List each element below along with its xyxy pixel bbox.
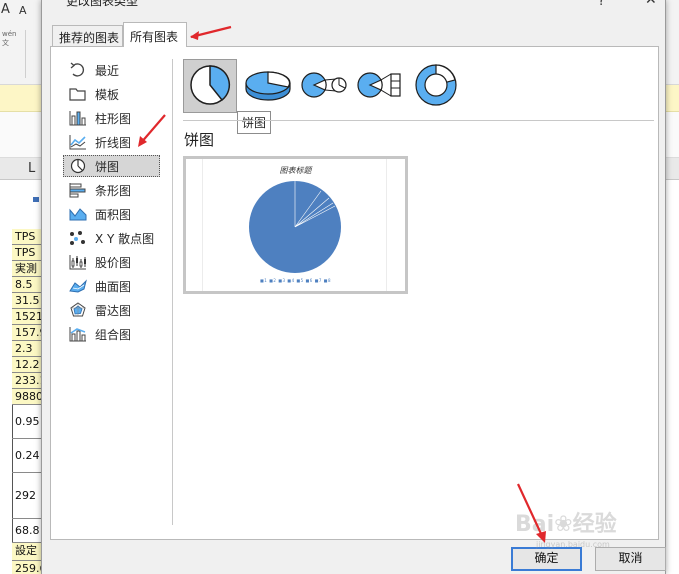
worksheet-cell[interactable]: 292 bbox=[12, 473, 44, 519]
category-bar[interactable]: 条形图 bbox=[63, 179, 160, 201]
radar-chart-icon bbox=[68, 302, 88, 318]
ok-button[interactable]: 确定 bbox=[511, 547, 582, 571]
cancel-button[interactable]: 取消 bbox=[595, 547, 666, 571]
category-label: 饼图 bbox=[95, 159, 120, 174]
phonetic-guide-button[interactable]: wén 文 bbox=[2, 30, 16, 48]
category-column[interactable]: 柱形图 bbox=[63, 107, 160, 129]
help-button[interactable]: ? bbox=[598, 0, 605, 9]
surface-chart-icon bbox=[68, 278, 88, 294]
recent-icon bbox=[68, 62, 88, 78]
worksheet-cell[interactable]: 68.8 bbox=[12, 519, 44, 543]
area-chart-icon bbox=[68, 206, 88, 222]
chart-type-panel: 最近 模板 柱形图 折线图 饼图 条形图 面积图 X Y 散点图 股价图 曲面图… bbox=[50, 46, 659, 540]
category-pie[interactable]: 饼图 bbox=[63, 155, 160, 177]
pie-chart-icon bbox=[68, 158, 88, 174]
category-templates[interactable]: 模板 bbox=[63, 83, 160, 105]
category-label: 柱形图 bbox=[95, 111, 132, 126]
preview-chart-title: 图表标题 bbox=[279, 166, 312, 175]
stock-chart-icon bbox=[68, 254, 88, 270]
worksheet-cell[interactable]: 233.1 bbox=[12, 373, 44, 389]
column-chart-icon bbox=[68, 110, 88, 126]
preview-legend: ■1 ■2 ■3 ■4 ■5 ■6 ■7 ■8 bbox=[260, 278, 331, 283]
category-label: X Y 散点图 bbox=[95, 231, 155, 246]
worksheet-cell[interactable]: 9880 bbox=[12, 389, 44, 405]
decrease-font-button[interactable]: A bbox=[19, 4, 27, 17]
category-combo[interactable]: 组合图 bbox=[63, 323, 160, 345]
increase-font-button[interactable]: A bbox=[1, 2, 10, 17]
worksheet-cell[interactable]: 0.24 bbox=[12, 439, 44, 473]
category-surface[interactable]: 曲面图 bbox=[63, 275, 160, 297]
category-label: 组合图 bbox=[95, 327, 132, 342]
category-label: 面积图 bbox=[95, 207, 132, 222]
column-letter: L bbox=[28, 161, 36, 176]
category-label: 股价图 bbox=[95, 255, 132, 270]
subtype-pie[interactable] bbox=[183, 59, 237, 113]
doughnut-icon bbox=[413, 62, 459, 111]
combo-chart-icon bbox=[68, 326, 88, 342]
chart-legend-marker bbox=[33, 197, 39, 202]
3d-pie-icon bbox=[243, 65, 293, 108]
worksheet-cell[interactable]: 12.2 bbox=[12, 357, 44, 373]
tab-recommended-charts[interactable]: 推荐的图表 bbox=[52, 25, 123, 46]
subtype-bar-of-pie[interactable] bbox=[353, 59, 407, 113]
subtype-doughnut[interactable] bbox=[409, 59, 463, 113]
chart-preview[interactable]: 图表标题 ■1 ■2 ■3 ■4 ■5 ■6 ■7 ■8 bbox=[183, 156, 408, 294]
watermark-url: jingyan.baidu.com bbox=[536, 540, 610, 549]
worksheet-cell[interactable]: 1521 bbox=[12, 309, 44, 325]
category-recent[interactable]: 最近 bbox=[63, 59, 160, 81]
bar-chart-icon bbox=[68, 182, 88, 198]
category-divider bbox=[172, 59, 173, 525]
pie-of-pie-icon bbox=[299, 65, 349, 108]
bar-of-pie-icon bbox=[355, 65, 405, 108]
category-label: 模板 bbox=[95, 87, 120, 102]
category-area[interactable]: 面积图 bbox=[63, 203, 160, 225]
category-label: 最近 bbox=[95, 63, 120, 78]
worksheet-cell[interactable]: 157.9 bbox=[12, 325, 44, 341]
close-button[interactable]: ✕ bbox=[645, 0, 657, 8]
worksheet-cell[interactable]: 259.6 bbox=[12, 561, 44, 574]
category-stock[interactable]: 股价图 bbox=[63, 251, 160, 273]
watermark: Bai❀经验 bbox=[515, 512, 617, 537]
ribbon-separator bbox=[25, 30, 26, 78]
category-label: 折线图 bbox=[95, 135, 132, 150]
change-chart-type-dialog: 更改图表类型 ? ✕ 推荐的图表 所有图表 最近 模板 柱形图 折线图 饼图 条… bbox=[41, 0, 666, 574]
worksheet-cell[interactable]: 実測 bbox=[12, 261, 44, 277]
worksheet-cell[interactable]: 31.5 bbox=[12, 293, 44, 309]
worksheet-cell[interactable]: 8.5 bbox=[12, 277, 44, 293]
section-title: 饼图 bbox=[184, 131, 215, 149]
category-label: 条形图 bbox=[95, 183, 132, 198]
worksheet-cell[interactable]: TPS bbox=[12, 245, 44, 261]
category-radar[interactable]: 雷达图 bbox=[63, 299, 160, 321]
category-xy-scatter[interactable]: X Y 散点图 bbox=[63, 227, 160, 249]
worksheet-cell[interactable]: TPS bbox=[12, 229, 44, 245]
template-folder-icon bbox=[68, 86, 88, 102]
preview-pie bbox=[249, 181, 341, 273]
line-chart-icon bbox=[68, 134, 88, 150]
section-divider bbox=[183, 120, 654, 121]
worksheet-cell[interactable]: 2.3 bbox=[12, 341, 44, 357]
pie-icon bbox=[188, 63, 232, 110]
category-label: 曲面图 bbox=[95, 279, 132, 294]
subtype-pie-of-pie[interactable] bbox=[297, 59, 351, 113]
scatter-chart-icon bbox=[68, 230, 88, 246]
category-line[interactable]: 折线图 bbox=[63, 131, 160, 153]
preview-chart-area: 图表标题 ■1 ■2 ■3 ■4 ■5 ■6 ■7 ■8 bbox=[202, 159, 387, 291]
tab-all-charts[interactable]: 所有图表 bbox=[123, 22, 187, 47]
dialog-title: 更改图表类型 bbox=[66, 0, 139, 8]
worksheet-cell[interactable]: 設定 bbox=[12, 543, 44, 561]
tooltip: 饼图 bbox=[237, 111, 272, 134]
worksheet-cell[interactable]: 0.95 bbox=[12, 405, 44, 439]
subtype-3d-pie[interactable] bbox=[241, 59, 295, 113]
category-label: 雷达图 bbox=[95, 303, 132, 318]
